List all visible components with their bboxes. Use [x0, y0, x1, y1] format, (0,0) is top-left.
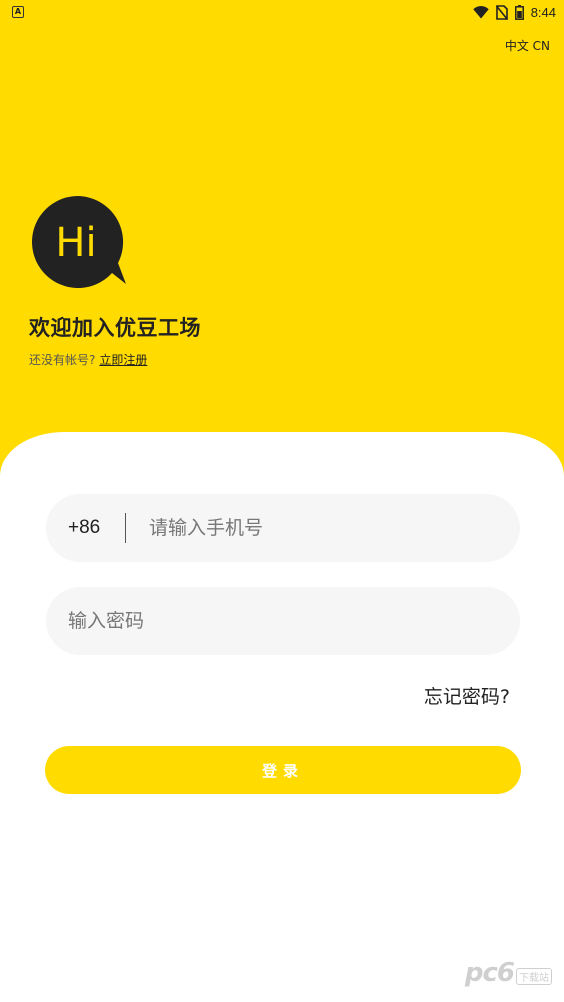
watermark: pc6 下载站: [465, 958, 552, 988]
welcome-title: 欢迎加入优豆工场: [29, 316, 201, 340]
phone-input[interactable]: [149, 494, 489, 562]
status-left: A: [12, 6, 24, 18]
password-input[interactable]: [68, 587, 488, 655]
logo-text: Hi: [55, 220, 96, 266]
no-account-text: 还没有帐号?: [29, 353, 96, 367]
status-clock: 8:44: [530, 4, 556, 20]
no-sim-icon: [495, 4, 508, 20]
app-notification-icon: A: [12, 6, 24, 18]
watermark-main: pc6: [464, 958, 515, 988]
watermark-sub: 下载站: [516, 967, 552, 985]
register-link[interactable]: 立即注册: [99, 353, 147, 367]
hi-bubble-logo: Hi: [32, 196, 126, 288]
battery-icon: [514, 4, 524, 20]
phone-field: +86: [46, 494, 520, 562]
login-button[interactable]: 登录: [45, 746, 521, 794]
country-code-selector[interactable]: +86: [68, 517, 125, 539]
language-switch[interactable]: 中文 CN: [505, 37, 550, 54]
status-bar: A 8:44: [0, 0, 564, 24]
status-right: 8:44: [472, 4, 556, 20]
wifi-icon: [472, 5, 489, 18]
field-divider: [125, 513, 126, 543]
password-field: [46, 587, 520, 655]
forgot-password-link[interactable]: 忘记密码?: [424, 682, 510, 709]
register-prompt: 还没有帐号? 立即注册: [29, 351, 147, 368]
